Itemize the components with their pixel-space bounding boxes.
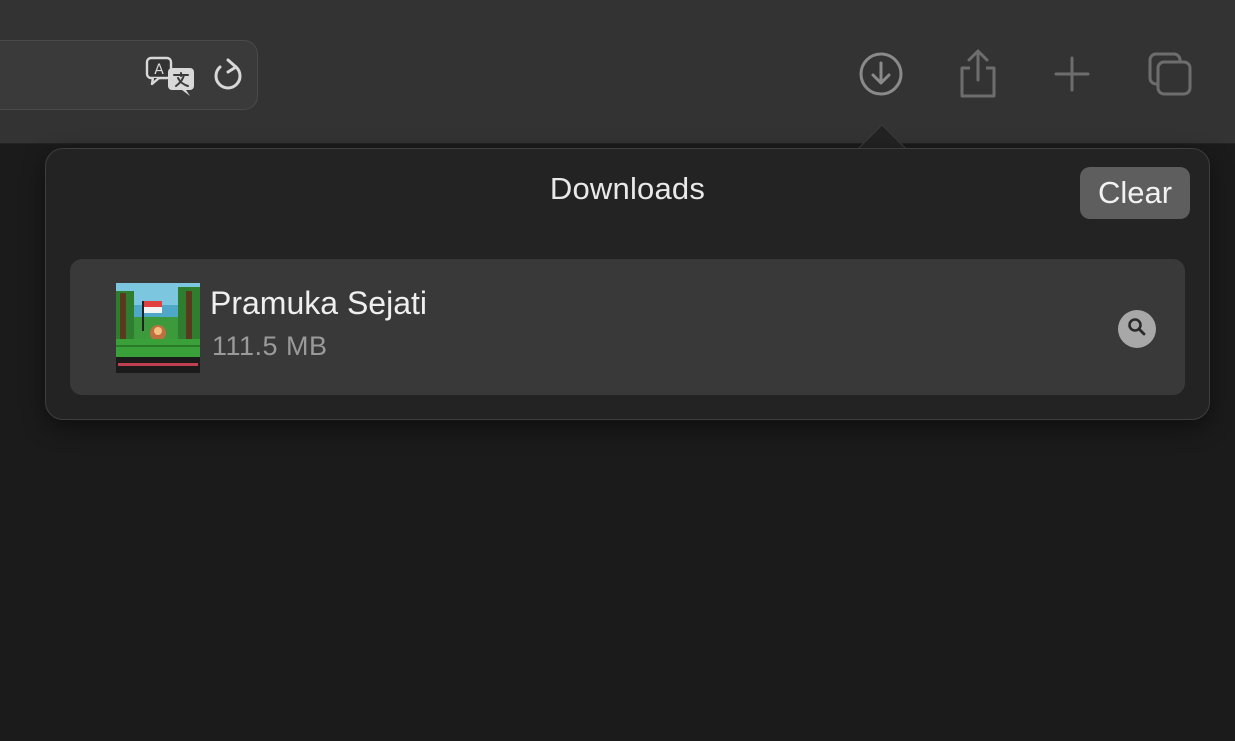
tab-overview-icon: [1144, 48, 1196, 105]
game-thumbnail-icon: [116, 283, 200, 373]
plus-icon: [1050, 52, 1094, 101]
magnifying-glass-icon: [1126, 316, 1148, 343]
download-item-name: Pramuka Sejati: [210, 285, 427, 321]
browser-window: A Downloads Clear Pramuka Sejati 111.5 M…: [0, 0, 1235, 741]
popover-arrow: [855, 122, 911, 150]
address-bar[interactable]: A: [0, 40, 258, 110]
svg-text:A: A: [154, 62, 164, 78]
new-tab-button[interactable]: [1044, 48, 1100, 104]
download-item-size: 111.5 MB: [212, 331, 328, 361]
download-item[interactable]: Pramuka Sejati 111.5 MB: [70, 259, 1185, 395]
downloads-popover: Downloads Clear Pramuka Sejati 111.5 MB: [45, 148, 1210, 420]
share-icon: [954, 46, 1002, 107]
reveal-in-finder-button[interactable]: [1118, 310, 1156, 348]
translate-icon[interactable]: A: [143, 41, 199, 111]
downloads-button[interactable]: [853, 48, 909, 104]
tab-overview-button[interactable]: [1142, 48, 1198, 104]
reload-icon[interactable]: [205, 41, 251, 111]
download-icon: [856, 49, 906, 104]
clear-button[interactable]: Clear: [1080, 167, 1190, 219]
popover-title: Downloads: [549, 171, 706, 206]
browser-toolbar: A: [0, 0, 1235, 144]
share-button[interactable]: [950, 48, 1006, 104]
